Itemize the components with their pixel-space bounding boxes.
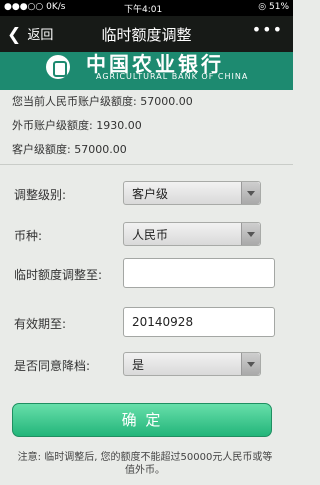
expiry-label: 有效期至: [14, 317, 67, 331]
notice-text: 注意: 临时调整后, 您的额度不能超过50000元人民币或等值外币。 [17, 452, 273, 476]
foreign-limit-text: 外币账户级额度: 1930.00 [12, 119, 142, 132]
expiry-value: 20140928 [132, 315, 194, 329]
downgrade-label: 是否同意降档: [14, 359, 91, 373]
customer-limit-text: 客户级额度: 57000.00 [12, 143, 127, 156]
downgrade-value: 是 [132, 358, 145, 372]
chevron-down-icon [241, 353, 260, 375]
expiry-input[interactable]: 20140928 [123, 307, 275, 337]
battery-indicator: ◎ 51% [258, 2, 289, 12]
signal-indicator: ●●●○○ 0K/s [4, 2, 66, 12]
status-bar: ●●●○○ 0K/s 下午4:01 ◎ 51% [0, 0, 293, 16]
temp-limit-input[interactable] [123, 258, 275, 288]
temp-limit-label: 临时额度调整至: [14, 268, 103, 282]
level-select[interactable]: 客户级 [123, 181, 261, 205]
downgrade-select[interactable]: 是 [123, 352, 261, 376]
currency-select[interactable]: 人民币 [123, 222, 261, 246]
currency-value: 人民币 [132, 228, 169, 242]
currency-label: 币种: [14, 229, 43, 243]
page-title: 临时额度调整 [101, 26, 192, 44]
status-time: 下午4:01 [124, 5, 163, 15]
confirm-button[interactable]: 确 定 [12, 403, 272, 437]
nav-bar: ❮ 返回 临时额度调整 ••• [0, 16, 293, 52]
chevron-down-icon [241, 223, 260, 245]
bank-banner: 中国农业银行 AGRICULTURAL BANK OF CHINA [0, 52, 293, 90]
bank-name-en: AGRICULTURAL BANK OF CHINA [96, 72, 249, 81]
level-value: 客户级 [132, 187, 169, 201]
level-label: 调整级别: [14, 188, 67, 202]
bank-logo-icon [46, 55, 70, 79]
divider [0, 164, 293, 165]
chevron-down-icon [241, 182, 260, 204]
rmb-limit-text: 您当前人民币账户级额度: 57000.00 [12, 95, 193, 108]
more-icon[interactable]: ••• [252, 20, 283, 39]
